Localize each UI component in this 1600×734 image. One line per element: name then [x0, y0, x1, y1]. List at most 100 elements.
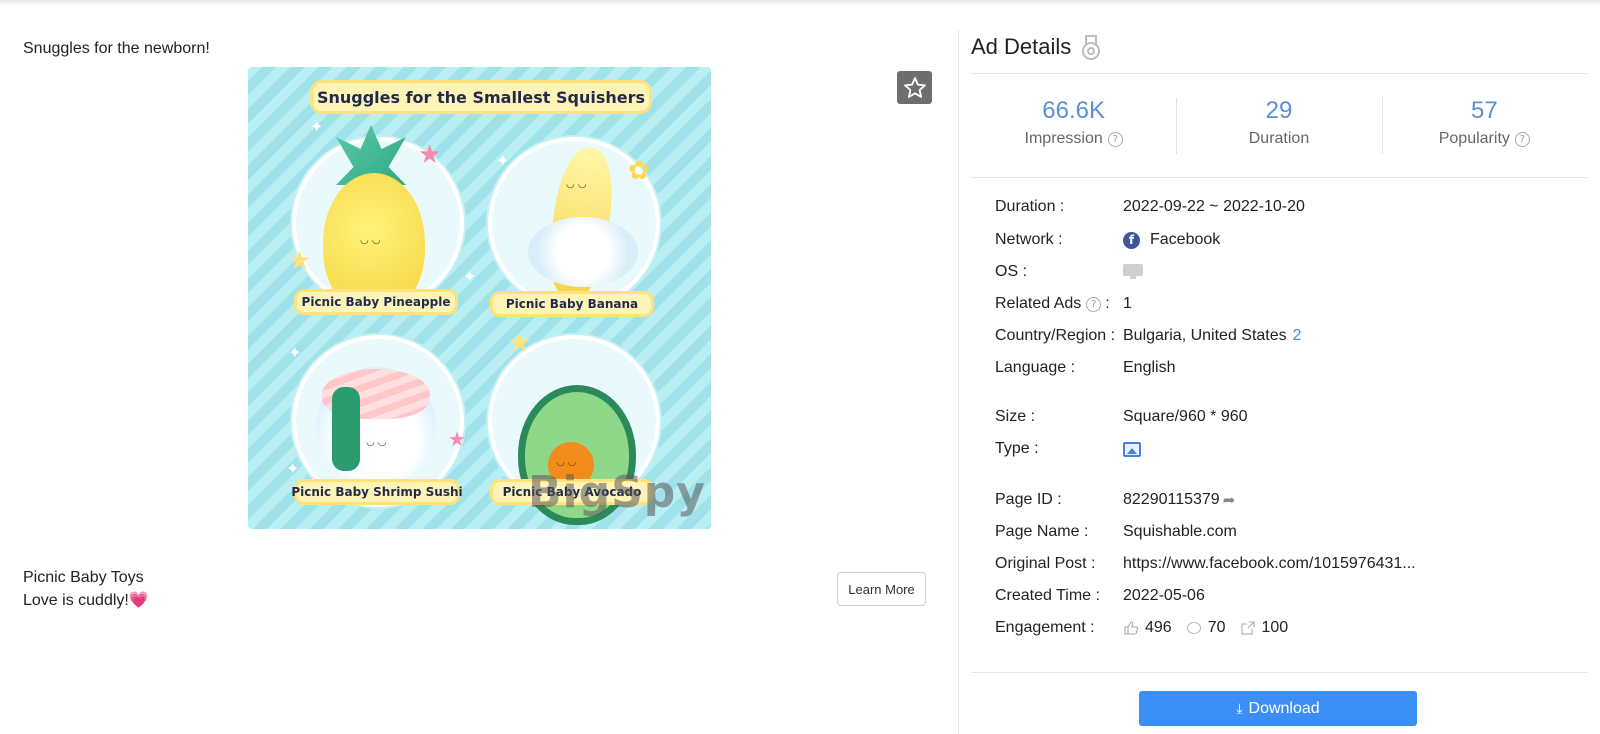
product-label: Picnic Baby Shrimp Sushi: [291, 479, 463, 505]
detail-label: Duration :: [995, 198, 1065, 215]
stat-duration: 29 Duration: [1176, 96, 1381, 156]
stat-value: 57: [1470, 97, 1498, 124]
likes-stat: 496: [1123, 619, 1172, 637]
ad-details-title: Ad Details: [971, 34, 1101, 60]
flower-decoration: ✿: [628, 155, 650, 185]
stat-label-text: Popularity: [1438, 130, 1510, 147]
detail-label: Country/Region :: [995, 327, 1116, 344]
detail-row-type: Type :: [995, 438, 1141, 460]
ad-caption: Snuggles for the newborn!: [23, 40, 210, 57]
stat-impression: 66.6K Impression ?: [971, 96, 1176, 156]
detail-value: Square/960 * 960: [1123, 408, 1248, 425]
ad-description: Picnic Baby Toys Love is cuddly!💗: [23, 566, 149, 612]
favorite-button[interactable]: [897, 71, 932, 104]
detail-row-original-post: Original Post : https://www.facebook.com…: [995, 553, 1416, 575]
comments-count: 70: [1207, 619, 1226, 636]
description-line: Love is cuddly!💗: [23, 589, 149, 612]
description-line: Picnic Baby Toys: [23, 569, 144, 586]
ad-preview-panel: Snuggles for the newborn! Snuggles for t…: [0, 0, 958, 734]
star-decoration: ★: [448, 429, 466, 451]
detail-value: English: [1123, 359, 1176, 376]
image-icon: [1123, 441, 1141, 457]
watermark: BigSpy: [528, 467, 706, 518]
heart-emoji: 💗: [128, 592, 149, 609]
network-name: Facebook: [1150, 231, 1221, 248]
sparkle-decoration: ✦: [286, 461, 300, 478]
stats-row: 66.6K Impression ? 29 Duration 57 Popula…: [971, 96, 1587, 156]
share-icon[interactable]: ➦: [1223, 491, 1236, 509]
comment-icon: [1186, 621, 1201, 635]
sushi-band: [332, 387, 360, 471]
detail-value: 2022-05-06: [1123, 587, 1205, 604]
star-icon: [903, 76, 926, 98]
creative-headline: Snuggles for the Smallest Squishers: [310, 80, 652, 114]
detail-label: Language :: [995, 359, 1076, 376]
medal-icon: [1081, 35, 1101, 60]
divider: [971, 177, 1587, 178]
sparkle-decoration: ✦: [496, 153, 510, 170]
stat-label: Duration: [1176, 130, 1381, 148]
divider: [971, 672, 1587, 673]
detail-row-country: Country/Region : Bulgaria, United States…: [995, 325, 1302, 347]
divider: [971, 73, 1587, 74]
detail-value: f Facebook: [1123, 231, 1220, 249]
detail-value[interactable]: Squishable.com: [1123, 523, 1237, 541]
country-list: Bulgaria, United States: [1123, 327, 1287, 344]
sparkle-decoration: ✦: [463, 269, 477, 286]
detail-value: [1123, 264, 1143, 280]
detail-label: Created Time :: [995, 587, 1100, 604]
download-icon: ⤓: [1236, 700, 1243, 716]
detail-value: 82290115379 ➦: [1123, 491, 1235, 509]
detail-label: OS :: [995, 263, 1028, 280]
detail-row-language: Language : English: [995, 357, 1175, 379]
stat-label-text: Duration: [1248, 130, 1310, 147]
star-decoration: ★: [508, 327, 532, 357]
detail-label-colon: :: [1105, 295, 1110, 312]
detail-row-page-name: Page Name : Squishable.com: [995, 521, 1237, 543]
download-button[interactable]: ⤓ Download: [1139, 691, 1417, 726]
product-label: Picnic Baby Pineapple: [294, 289, 458, 315]
facebook-icon: f: [1123, 231, 1140, 249]
stat-label: Popularity ?: [1382, 130, 1587, 148]
toy-face: ◡ ◡: [360, 235, 381, 246]
toy-face: ◡ ◡: [566, 179, 587, 190]
comments-stat: 70: [1186, 619, 1226, 637]
detail-label: Page ID :: [995, 491, 1062, 508]
country-count-link[interactable]: 2: [1293, 327, 1302, 345]
detail-row-duration: Duration : 2022-09-22 ~ 2022-10-20: [995, 196, 1305, 218]
stat-label-text: Impression: [1024, 130, 1103, 147]
shares-stat: 100: [1240, 619, 1289, 637]
product-label: Picnic Baby Banana: [490, 291, 654, 317]
detail-value: [1123, 441, 1141, 457]
detail-label: Network :: [995, 231, 1063, 248]
shares-count: 100: [1261, 619, 1289, 636]
ad-details-heading: Ad Details: [971, 34, 1072, 59]
description-text: Love is cuddly!: [23, 592, 129, 609]
detail-value: 496 70 100: [1123, 619, 1302, 637]
download-label: Download: [1248, 699, 1320, 717]
detail-label: Engagement :: [995, 619, 1095, 636]
learn-more-button[interactable]: Learn More: [837, 572, 926, 606]
help-icon[interactable]: ?: [1086, 296, 1102, 312]
detail-label: Related Ads ? :: [995, 295, 1123, 313]
desktop-icon: [1123, 264, 1143, 280]
original-post-link[interactable]: https://www.facebook.com/1015976431...: [1123, 555, 1416, 573]
detail-row-created-time: Created Time : 2022-05-06: [995, 585, 1205, 607]
page-id-value: 82290115379: [1123, 491, 1220, 508]
likes-count: 496: [1145, 619, 1172, 636]
help-icon[interactable]: ?: [1107, 131, 1123, 147]
banana-peel: [528, 217, 638, 287]
detail-row-page-id: Page ID : 82290115379 ➦: [995, 489, 1235, 511]
detail-label: Page Name :: [995, 523, 1089, 540]
sparkle-decoration: ✦: [288, 345, 302, 362]
toy-face: ◡ ◡: [366, 437, 387, 448]
stat-value: 66.6K: [1042, 97, 1106, 124]
ad-creative-image[interactable]: Snuggles for the Smallest Squishers ◡ ◡ …: [248, 67, 711, 529]
detail-label: Type :: [995, 440, 1039, 457]
help-icon[interactable]: ?: [1514, 131, 1530, 147]
detail-row-os: OS :: [995, 261, 1143, 283]
star-decoration: ★: [288, 245, 312, 275]
star-decoration: ★: [418, 139, 442, 169]
ad-details-panel: Ad Details 66.6K Impression ? 29 Duratio…: [959, 0, 1600, 734]
detail-row-network: Network : f Facebook: [995, 229, 1220, 251]
